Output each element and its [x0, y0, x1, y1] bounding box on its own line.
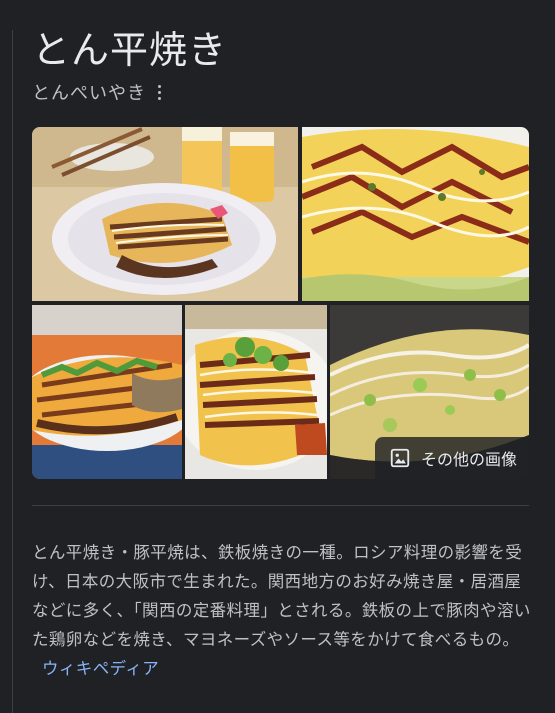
gallery-image-1[interactable] [32, 127, 298, 301]
description-text: とん平焼き・豚平焼は、鉄板焼きの一種。ロシア料理の影響を受け、日本の大阪市で生ま… [32, 543, 531, 649]
image-gallery: その他の画像 [32, 127, 529, 479]
gallery-image-4[interactable] [185, 305, 327, 479]
image-icon [390, 448, 410, 468]
entity-reading: とんぺいやき [32, 83, 146, 104]
left-border [12, 30, 13, 713]
gallery-image-3[interactable] [32, 305, 182, 479]
entity-description: とん平焼き・豚平焼は、鉄板焼きの一種。ロシア料理の影響を受け、日本の大阪市で生ま… [32, 538, 532, 683]
gallery-image-2[interactable] [302, 127, 529, 301]
entity-title: とん平焼き [32, 28, 228, 72]
section-divider [32, 505, 529, 506]
wikipedia-link[interactable]: ウィキペディア [42, 659, 159, 678]
more-images-label: その他の画像 [420, 450, 517, 469]
subtitle-row: とんぺいやき [32, 80, 164, 104]
more-options-icon[interactable] [154, 82, 164, 102]
more-images-button[interactable]: その他の画像 [374, 437, 529, 479]
